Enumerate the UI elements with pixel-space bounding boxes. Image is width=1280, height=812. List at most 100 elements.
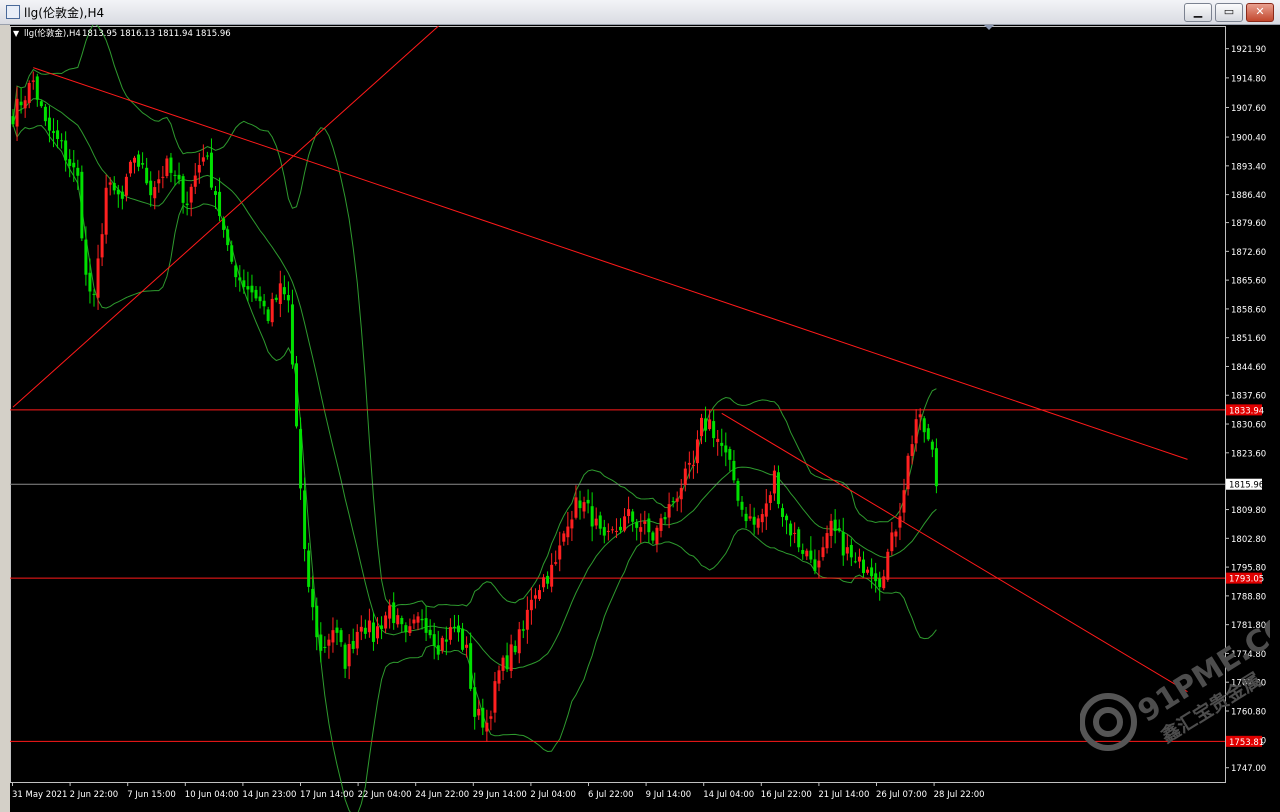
candle-68	[286, 281, 290, 313]
y-tick-label-4: 1893.40	[1231, 162, 1266, 172]
y-tick-label-19: 1781.80	[1231, 621, 1266, 631]
candle-31	[137, 150, 141, 172]
candle-162	[667, 492, 671, 529]
chart-window-icon	[6, 5, 20, 19]
candle-207	[849, 538, 853, 567]
candle-45	[193, 163, 197, 195]
trendline-1	[33, 67, 1188, 460]
candle-66	[278, 270, 282, 318]
restore-button[interactable]: ▭	[1215, 3, 1243, 22]
candle-172	[708, 409, 712, 431]
candle-100	[416, 612, 420, 631]
chart-canvas[interactable]: 1921.90 1914.80 1907.60 1900.40 1893.40 1886.…	[10, 25, 1280, 812]
candle-92	[384, 611, 388, 633]
candle-108	[448, 618, 452, 645]
y-tick-label-1: 1914.80	[1231, 74, 1266, 84]
candle-71	[299, 417, 303, 500]
candle-208	[853, 552, 857, 564]
candle-204	[837, 519, 841, 533]
candle-144	[594, 507, 598, 530]
candle-228	[934, 438, 938, 494]
y-tick-label-22: 1760.80	[1231, 707, 1266, 717]
bollinger-upper-band	[12, 25, 937, 608]
trendline-0	[12, 26, 440, 408]
candle-181	[744, 506, 748, 529]
candle-152	[627, 496, 631, 524]
price-chart[interactable]: 1921.90 1914.80 1907.60 1900.40 1893.40 1886.…	[10, 25, 1280, 812]
minimize-button[interactable]: ▁	[1184, 3, 1212, 22]
candle-173	[712, 409, 716, 448]
y-tick-label-3: 1900.40	[1231, 134, 1266, 144]
candle-218	[894, 529, 898, 548]
candle-69	[290, 289, 294, 369]
candle-91	[380, 616, 384, 640]
candle-126	[521, 620, 525, 639]
x-tick-label-12: 14 Jul 04:00	[703, 790, 754, 800]
candle-147	[606, 523, 610, 541]
candle-77	[323, 636, 327, 653]
candle-205	[841, 517, 845, 566]
candle-104	[432, 622, 436, 660]
candle-180	[740, 496, 744, 517]
x-tick-label-14: 21 Jul 14:00	[818, 790, 869, 800]
candle-103	[428, 619, 432, 639]
x-tick-label-9: 2 Jul 04:00	[530, 790, 576, 800]
close-button[interactable]: ✕	[1246, 3, 1274, 22]
x-tick-label-13: 16 Jul 22:00	[761, 790, 812, 800]
candle-160	[659, 513, 663, 538]
candle-178	[732, 450, 736, 484]
candle-55	[234, 262, 238, 288]
candle-58	[246, 271, 250, 302]
y-tick-label-17: 1795.80	[1231, 564, 1266, 574]
level-label-2: 1753.81	[1229, 738, 1264, 748]
candle-185	[760, 508, 764, 533]
candle-177	[728, 446, 732, 472]
candle-195	[801, 543, 805, 560]
y-tick-label-12: 1837.60	[1231, 392, 1266, 402]
candle-158	[651, 530, 655, 544]
x-tick-label-6: 22 Jun 04:00	[358, 790, 412, 800]
candle-156	[643, 510, 647, 535]
candle-141	[582, 496, 586, 519]
candle-101	[420, 609, 424, 630]
candle-61	[258, 286, 262, 309]
chart-symbol-label: llg(伦敦金),H4	[24, 28, 81, 39]
candle-110	[457, 614, 460, 642]
candle-226	[926, 423, 930, 442]
candle-140	[578, 490, 582, 520]
window-titlebar[interactable]: llg(伦敦金),H4 ▁ ▭ ✕	[0, 0, 1280, 25]
candle-107	[444, 626, 448, 656]
candle-116	[481, 698, 485, 736]
candle-67	[282, 275, 286, 301]
current-price-label: 1815.96	[1229, 481, 1264, 491]
candle-80	[335, 619, 339, 645]
chart-menu-icon: ▼	[13, 29, 20, 38]
candle-32	[141, 152, 145, 169]
y-tick-label-5: 1886.40	[1231, 191, 1266, 201]
candle-132	[546, 571, 550, 589]
y-tick-label-24: 1747.00	[1231, 764, 1266, 774]
window-controls: ▁ ▭ ✕	[1184, 3, 1274, 22]
candle-87	[363, 619, 367, 639]
candle-213	[874, 562, 878, 593]
y-tick-label-13: 1830.60	[1231, 421, 1266, 431]
candle-84	[351, 628, 355, 654]
candle-70	[295, 356, 298, 429]
candle-44	[189, 183, 193, 217]
candle-133	[550, 553, 554, 593]
candle-16	[76, 159, 80, 190]
y-tick-label-10: 1851.60	[1231, 334, 1266, 344]
x-tick-label-11: 9 Jul 14:00	[646, 790, 692, 800]
candle-221	[906, 453, 910, 496]
candle-19	[88, 258, 92, 304]
x-tick-label-16: 28 Jul 22:00	[934, 790, 985, 800]
y-tick-label-15: 1809.80	[1231, 506, 1266, 516]
candle-73	[307, 542, 311, 593]
candle-21	[96, 244, 100, 310]
candle-164	[675, 491, 679, 512]
x-tick-label-10: 6 Jul 22:00	[588, 790, 634, 800]
candle-145	[598, 511, 602, 535]
candle-200	[821, 536, 825, 561]
candle-17	[80, 165, 84, 242]
candle-48	[205, 151, 209, 160]
